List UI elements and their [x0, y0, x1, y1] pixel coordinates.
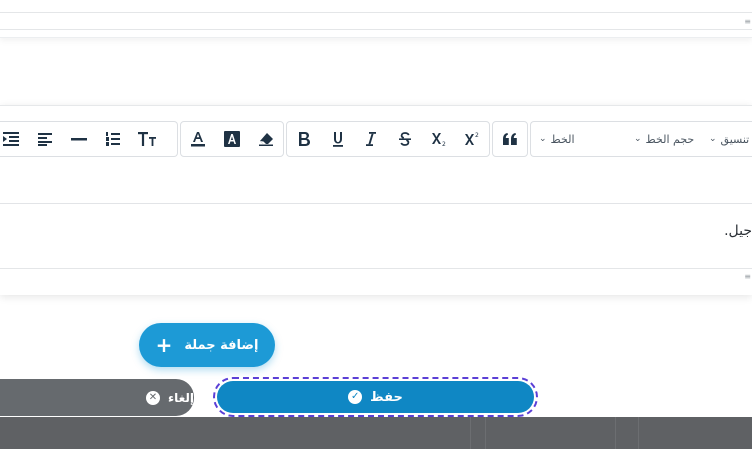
add-sentence-label: إضافة جملة	[184, 337, 259, 353]
clear-format-button[interactable]	[249, 122, 283, 156]
align-icon	[38, 132, 52, 146]
page: ≡ 2 2 ⌄ الخط ⌄ حجم الخط ⌄ تنسيق جيل. ≡ إ…	[0, 0, 752, 449]
text-size-icon	[138, 132, 156, 146]
superscript-icon: 2	[464, 131, 480, 147]
save-label: حفظ	[370, 389, 403, 405]
chevron-down-icon: ⌄	[539, 134, 547, 144]
font-color-button[interactable]	[181, 122, 215, 156]
sentence-editor-card: 2 2 ⌄ الخط ⌄ حجم الخط ⌄ تنسيق جيل. ≡	[0, 105, 752, 295]
font-color-icon	[190, 131, 206, 147]
check-circle-icon: ✓	[348, 390, 363, 404]
toolbar-divider	[0, 203, 752, 204]
svg-text:2: 2	[442, 141, 446, 147]
ordered-list-icon	[106, 132, 120, 146]
horizontal-rule-icon	[71, 137, 87, 141]
font-select-label: الخط	[550, 132, 575, 146]
paragraph-tools-group	[0, 121, 178, 157]
underline-icon	[331, 131, 345, 147]
strikethrough-button[interactable]	[388, 122, 422, 156]
subscript-button[interactable]: 2	[422, 122, 456, 156]
text-size-button[interactable]	[130, 122, 164, 156]
underline-button[interactable]	[321, 122, 355, 156]
blockquote-button[interactable]	[493, 122, 527, 156]
save-button[interactable]: حفظ ✓	[217, 381, 534, 413]
chevron-down-icon: ⌄	[634, 134, 642, 144]
add-sentence-button[interactable]: إضافة جملة +	[139, 323, 275, 367]
editor-content[interactable]: جيل.	[724, 223, 752, 239]
format-select-label: تنسيق	[720, 132, 750, 146]
svg-text:2: 2	[475, 132, 479, 139]
font-size-select-label: حجم الخط	[645, 132, 695, 146]
indent-icon	[3, 132, 19, 146]
superscript-button[interactable]: 2	[455, 122, 489, 156]
bold-button[interactable]	[287, 122, 321, 156]
bold-icon	[297, 131, 311, 147]
plus-icon: +	[155, 333, 173, 357]
close-circle-icon: ✕	[145, 390, 160, 405]
band-divider	[470, 417, 471, 449]
bottom-overlay-band	[0, 417, 752, 449]
text-style-group: 2 2	[286, 121, 490, 157]
font-size-select[interactable]: ⌄ حجم الخط	[630, 121, 694, 157]
resize-grip-icon[interactable]: ≡	[744, 18, 751, 26]
quote-tools-group	[492, 121, 528, 157]
band-divider	[638, 417, 639, 449]
align-button[interactable]	[28, 122, 62, 156]
editor-statusbar: ≡	[0, 268, 752, 286]
color-tools-group	[180, 121, 284, 157]
resize-grip-icon[interactable]: ≡	[744, 273, 751, 281]
italic-button[interactable]	[354, 122, 388, 156]
editor-toolbar: 2 2 ⌄ الخط ⌄ حجم الخط ⌄ تنسيق	[0, 117, 752, 159]
chevron-down-icon: ⌄	[709, 134, 717, 144]
horizontal-rule-button[interactable]	[62, 122, 96, 156]
ordered-list-button[interactable]	[96, 122, 130, 156]
subscript-icon: 2	[431, 131, 447, 147]
band-divider	[615, 417, 616, 449]
cancel-label: إلغاء	[167, 390, 194, 405]
strikethrough-icon	[398, 131, 412, 147]
background-color-button[interactable]	[215, 122, 249, 156]
font-select[interactable]: ⌄ الخط	[535, 121, 575, 157]
blockquote-icon	[503, 133, 517, 145]
format-select[interactable]: ⌄ تنسيق	[705, 121, 749, 157]
previous-editor-statusbar: ≡	[0, 12, 752, 30]
previous-editor-card: ≡	[0, 0, 752, 38]
indent-button[interactable]	[0, 122, 28, 156]
eraser-icon	[258, 132, 274, 146]
text-background-color-icon	[224, 131, 240, 147]
band-divider	[485, 417, 486, 449]
italic-icon	[365, 131, 377, 147]
cancel-button[interactable]: إلغاء ✕	[0, 379, 194, 416]
